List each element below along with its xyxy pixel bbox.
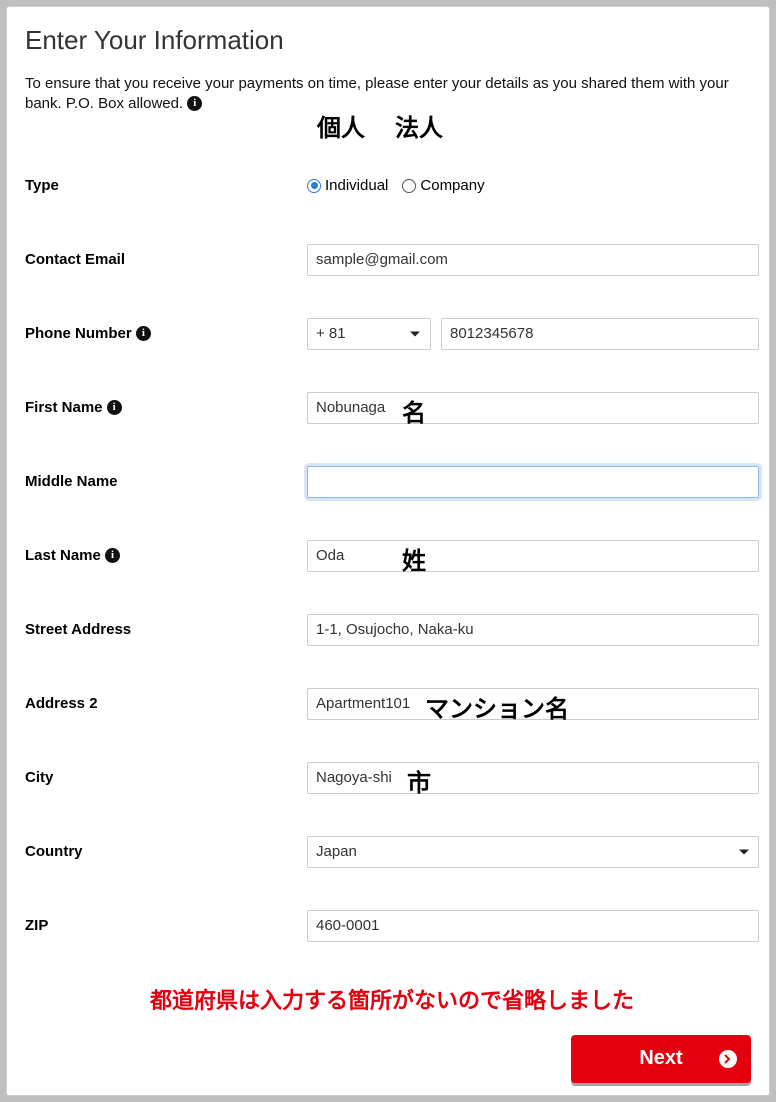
chevron-down-icon — [739, 849, 749, 854]
address-2-input[interactable] — [307, 688, 759, 720]
last-name-input[interactable] — [307, 540, 759, 572]
footer: Next — [25, 1035, 759, 1083]
label-first-name: First Name i — [25, 399, 307, 416]
city-input[interactable] — [307, 762, 759, 794]
label-phone: Phone Number i — [25, 325, 307, 342]
arrow-right-icon — [719, 1050, 737, 1068]
row-middle-name: Middle Name — [25, 453, 759, 511]
prefecture-note: 都道府県は入力する箇所がないので省略しました — [25, 983, 759, 1015]
street-address-input[interactable] — [307, 614, 759, 646]
label-contact-email: Contact Email — [25, 251, 307, 268]
row-zip: ZIP — [25, 897, 759, 955]
label-country: Country — [25, 843, 307, 860]
phone-number-input[interactable] — [441, 318, 759, 350]
radio-company-label: Company — [420, 177, 484, 194]
first-name-input[interactable] — [307, 392, 759, 424]
description-content: To ensure that you receive your payments… — [25, 75, 729, 112]
info-icon[interactable]: i — [105, 548, 120, 563]
annotation-individual: 個人 — [317, 108, 365, 143]
row-street-address: Street Address — [25, 601, 759, 659]
row-address-2: Address 2 マンション名 — [25, 675, 759, 733]
contact-email-input[interactable] — [307, 244, 759, 276]
type-annotation-overlay: 個人 法人 — [317, 108, 443, 143]
row-first-name: First Name i 名 — [25, 379, 759, 437]
row-country: Country Japan — [25, 823, 759, 881]
label-address-2: Address 2 — [25, 695, 307, 712]
row-last-name: Last Name i 姓 — [25, 527, 759, 585]
row-contact-email: Contact Email — [25, 231, 759, 289]
label-middle-name: Middle Name — [25, 473, 307, 490]
info-icon[interactable]: i — [107, 400, 122, 415]
info-icon[interactable]: i — [187, 96, 202, 111]
row-city: City 市 — [25, 749, 759, 807]
next-button[interactable]: Next — [571, 1035, 751, 1083]
row-phone: Phone Number i + 81 — [25, 305, 759, 363]
next-button-label: Next — [639, 1047, 682, 1070]
page-title: Enter Your Information — [25, 25, 759, 56]
phone-prefix-select[interactable]: + 81 — [307, 318, 431, 350]
country-value: Japan — [316, 843, 357, 860]
form-panel: Enter Your Information To ensure that yo… — [6, 6, 770, 1096]
radio-individual[interactable]: Individual — [307, 177, 388, 194]
middle-name-input[interactable] — [307, 466, 759, 498]
zip-input[interactable] — [307, 910, 759, 942]
radio-icon — [307, 179, 321, 193]
label-last-name: Last Name i — [25, 547, 307, 564]
info-icon[interactable]: i — [136, 326, 151, 341]
label-type: Type — [25, 177, 307, 194]
radio-individual-label: Individual — [325, 177, 388, 194]
row-type: Type Individual Company — [25, 157, 759, 215]
country-select[interactable]: Japan — [307, 836, 759, 868]
label-city: City — [25, 769, 307, 786]
chevron-down-icon — [410, 331, 420, 336]
radio-icon — [402, 179, 416, 193]
radio-company[interactable]: Company — [402, 177, 484, 194]
phone-prefix-value: + 81 — [316, 325, 346, 342]
type-radio-group: Individual Company — [307, 177, 485, 194]
label-street-address: Street Address — [25, 621, 307, 638]
annotation-company: 法人 — [395, 108, 443, 143]
label-zip: ZIP — [25, 917, 307, 934]
